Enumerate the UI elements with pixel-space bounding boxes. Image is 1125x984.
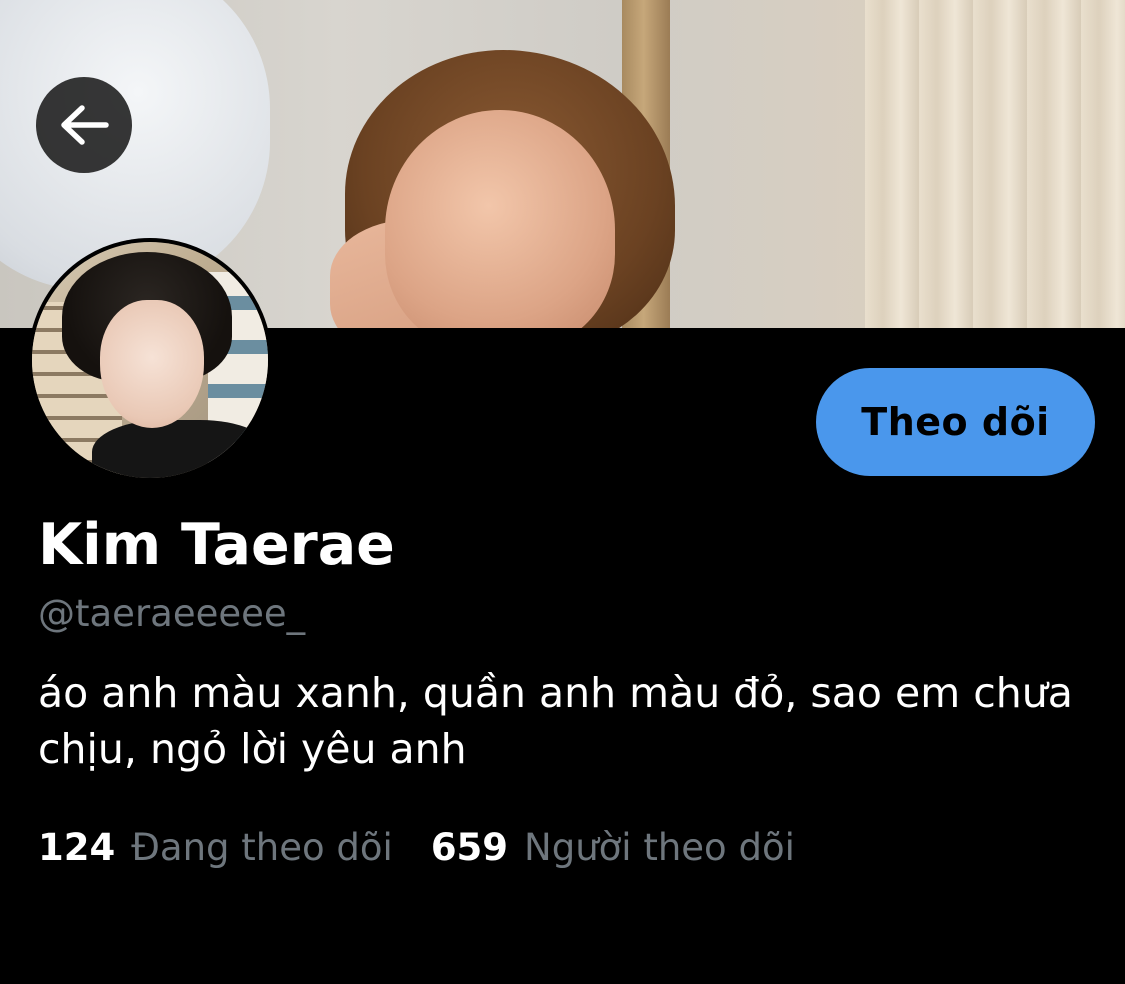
arrow-left-icon [58,103,110,147]
user-handle: @taeraeeeee_ [38,592,306,635]
following-count: 124 [38,826,116,869]
followers-stat[interactable]: 659 Người theo dõi [431,826,795,869]
back-button[interactable] [36,77,132,173]
followers-label: Người theo dõi [524,826,795,869]
display-name: Kim Taerae [38,512,395,578]
following-stat[interactable]: 124 Đang theo dõi [38,826,393,869]
followers-count: 659 [430,826,509,869]
follow-button[interactable]: Theo dõi [816,368,1095,476]
avatar-photo [32,242,268,478]
following-label: Đang theo dõi [131,826,393,869]
banner-curtain-shape [865,0,1125,328]
avatar-face-shape [100,300,204,428]
avatar[interactable] [28,238,272,482]
profile-stats: 124 Đang theo dõi 659 Người theo dõi [38,826,795,869]
profile-bio: áo anh màu xanh, quần anh màu đỏ, sao em… [38,669,1073,773]
avatar-shirt-shape [92,420,268,478]
